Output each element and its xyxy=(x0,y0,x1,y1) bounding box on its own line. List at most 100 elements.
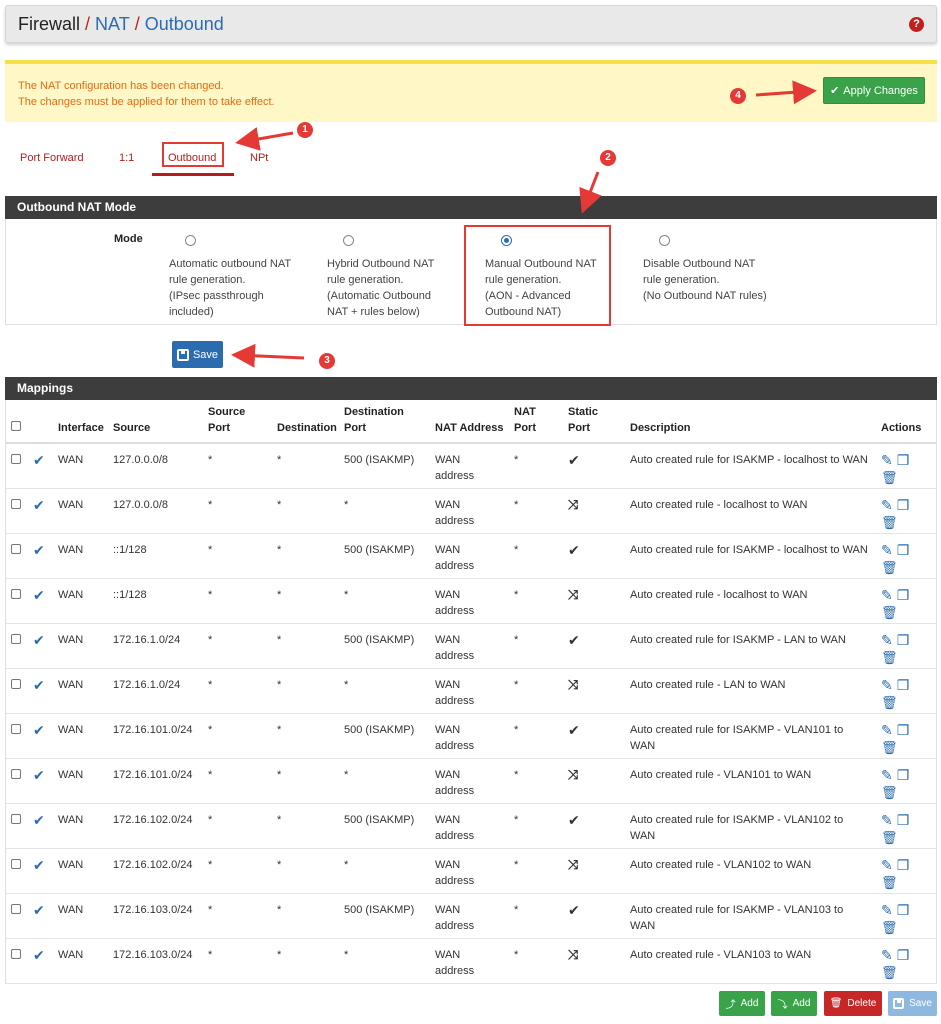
breadcrumb-nat[interactable]: NAT xyxy=(95,14,130,34)
table-row[interactable]: ✔ WAN 172.16.1.0/24 * * 500 (ISAKMP) WAN addres… xyxy=(6,623,936,669)
row-checkbox[interactable] xyxy=(11,633,21,644)
copy-icon[interactable]: ❐ xyxy=(897,587,910,603)
copy-icon[interactable]: ❐ xyxy=(897,812,910,828)
save-mode-button[interactable]: Save xyxy=(172,341,223,368)
col-source-port[interactable]: Source Port xyxy=(204,400,273,444)
copy-icon[interactable]: ❐ xyxy=(897,902,910,918)
copy-icon[interactable]: ❐ xyxy=(897,677,910,693)
mode-option-hybrid[interactable]: Hybrid Outbound NAT rule generation. (Au… xyxy=(327,235,467,320)
radio-disable[interactable] xyxy=(659,235,670,246)
table-row[interactable]: ✔ WAN 172.16.1.0/24 * * * WAN address * ⤨ Auto cre… xyxy=(6,668,936,714)
radio-manual[interactable] xyxy=(501,235,512,246)
copy-icon[interactable]: ❐ xyxy=(897,857,910,873)
enabled-check-icon[interactable]: ✔ xyxy=(33,902,45,918)
copy-icon[interactable]: ❐ xyxy=(897,452,910,468)
row-checkbox[interactable] xyxy=(11,678,21,689)
save-rules-button[interactable]: Save xyxy=(888,991,937,1016)
trash-icon[interactable]: 🗑 xyxy=(881,515,936,531)
trash-icon[interactable]: 🗑 xyxy=(881,830,936,846)
pencil-icon[interactable]: ✎ xyxy=(881,902,893,918)
pencil-icon[interactable]: ✎ xyxy=(881,452,893,468)
enabled-check-icon[interactable]: ✔ xyxy=(33,677,45,693)
pencil-icon[interactable]: ✎ xyxy=(881,677,893,693)
trash-icon[interactable]: 🗑 xyxy=(881,650,936,666)
table-row[interactable]: ✔ WAN 172.16.101.0/24 * * 500 (ISAKMP) WAN addr… xyxy=(6,713,936,759)
trash-icon[interactable]: 🗑 xyxy=(881,695,936,711)
table-row[interactable]: ✔ WAN 172.16.103.0/24 * * 500 (ISAKMP) WAN addr… xyxy=(6,893,936,939)
trash-icon[interactable]: 🗑 xyxy=(881,470,936,486)
row-checkbox[interactable] xyxy=(11,723,21,734)
tab-npt[interactable]: NPt xyxy=(250,152,268,164)
pencil-icon[interactable]: ✎ xyxy=(881,767,893,783)
trash-icon[interactable]: 🗑 xyxy=(881,560,936,576)
col-interface[interactable]: Interface xyxy=(54,400,109,444)
row-checkbox[interactable] xyxy=(11,588,21,599)
tab-one-to-one[interactable]: 1:1 xyxy=(119,152,134,164)
help-icon[interactable]: ? xyxy=(909,17,924,32)
table-row[interactable]: ✔ WAN::1/128 * * 500 (ISAKMP) WAN address * ✔ Aut… xyxy=(6,533,936,579)
col-source[interactable]: Source xyxy=(109,400,204,444)
radio-hybrid[interactable] xyxy=(343,235,354,246)
enabled-check-icon[interactable]: ✔ xyxy=(33,812,45,828)
mode-option-automatic[interactable]: Automatic outbound NAT rule generation. … xyxy=(169,235,309,320)
trash-icon[interactable]: 🗑 xyxy=(881,920,936,936)
enabled-check-icon[interactable]: ✔ xyxy=(33,857,45,873)
row-checkbox[interactable] xyxy=(11,543,21,554)
row-checkbox[interactable] xyxy=(11,858,21,869)
breadcrumb-firewall[interactable]: Firewall xyxy=(18,14,80,34)
enabled-check-icon[interactable]: ✔ xyxy=(33,947,45,963)
copy-icon[interactable]: ❐ xyxy=(897,542,910,558)
copy-icon[interactable]: ❐ xyxy=(897,767,910,783)
col-static-port[interactable]: Static Port xyxy=(564,400,626,444)
row-checkbox[interactable] xyxy=(11,903,21,914)
trash-icon[interactable]: 🗑 xyxy=(881,875,936,891)
pencil-icon[interactable]: ✎ xyxy=(881,542,893,558)
col-description[interactable]: Description xyxy=(626,400,877,444)
mode-option-manual[interactable]: Manual Outbound NAT rule generation. (AO… xyxy=(485,235,625,320)
pencil-icon[interactable]: ✎ xyxy=(881,497,893,513)
row-checkbox[interactable] xyxy=(11,813,21,824)
mode-option-disable[interactable]: Disable Outbound NAT rule generation. (N… xyxy=(643,235,803,304)
row-checkbox[interactable] xyxy=(11,454,21,464)
table-row[interactable]: ✔ WAN 172.16.101.0/24 * * * WAN address * ⤨ Auto c… xyxy=(6,758,936,804)
table-row[interactable]: ✔ WAN::1/128 * * * WAN address * ⤨ Auto created r… xyxy=(6,578,936,624)
pencil-icon[interactable]: ✎ xyxy=(881,632,893,648)
delete-button[interactable]: 🗑 Delete xyxy=(824,991,882,1016)
row-checkbox[interactable] xyxy=(11,948,21,959)
enabled-check-icon[interactable]: ✔ xyxy=(33,632,45,648)
col-nat-port[interactable]: NAT Port xyxy=(510,400,564,444)
pencil-icon[interactable]: ✎ xyxy=(881,812,893,828)
col-destination-port[interactable]: Destination Port xyxy=(340,400,431,444)
enabled-check-icon[interactable]: ✔ xyxy=(33,542,45,558)
radio-automatic[interactable] xyxy=(185,235,196,246)
enabled-check-icon[interactable]: ✔ xyxy=(33,767,45,783)
pencil-icon[interactable]: ✎ xyxy=(881,587,893,603)
table-row[interactable]: ✔ WAN 172.16.102.0/24 * * * WAN address * ⤨ Auto c… xyxy=(6,848,936,894)
enabled-check-icon[interactable]: ✔ xyxy=(33,587,45,603)
table-row[interactable]: ✔ WAN 127.0.0.0/8 * * * WAN address * ⤨ Auto creat… xyxy=(6,488,936,534)
trash-icon[interactable]: 🗑 xyxy=(881,785,936,801)
trash-icon[interactable]: 🗑 xyxy=(881,740,936,756)
trash-icon[interactable]: 🗑 xyxy=(881,605,936,621)
copy-icon[interactable]: ❐ xyxy=(897,722,910,738)
tab-port-forward[interactable]: Port Forward xyxy=(20,152,84,164)
pencil-icon[interactable]: ✎ xyxy=(881,722,893,738)
col-nat-address[interactable]: NAT Address xyxy=(431,400,510,444)
col-destination[interactable]: Destination xyxy=(273,400,340,444)
row-checkbox[interactable] xyxy=(11,498,21,509)
enabled-check-icon[interactable]: ✔ xyxy=(33,452,45,468)
copy-icon[interactable]: ❐ xyxy=(897,632,910,648)
breadcrumb-outbound[interactable]: Outbound xyxy=(145,14,224,34)
table-row[interactable]: ✔ WAN 172.16.102.0/24 * * 500 (ISAKMP) WAN addr… xyxy=(6,803,936,849)
select-all-checkbox[interactable] xyxy=(11,421,21,431)
tab-outbound[interactable]: Outbound xyxy=(168,152,216,164)
copy-icon[interactable]: ❐ xyxy=(897,497,910,513)
trash-icon[interactable]: 🗑 xyxy=(881,965,936,981)
row-checkbox[interactable] xyxy=(11,768,21,779)
table-row[interactable]: ✔ WAN 172.16.103.0/24 * * * WAN address * ⤨ Auto c… xyxy=(6,938,936,984)
pencil-icon[interactable]: ✎ xyxy=(881,947,893,963)
apply-changes-button[interactable]: ✔ Apply Changes xyxy=(823,77,925,104)
pencil-icon[interactable]: ✎ xyxy=(881,857,893,873)
add-bottom-button[interactable]: ⤵ Add xyxy=(771,991,817,1016)
add-top-button[interactable]: ⤴ Add xyxy=(719,991,765,1016)
